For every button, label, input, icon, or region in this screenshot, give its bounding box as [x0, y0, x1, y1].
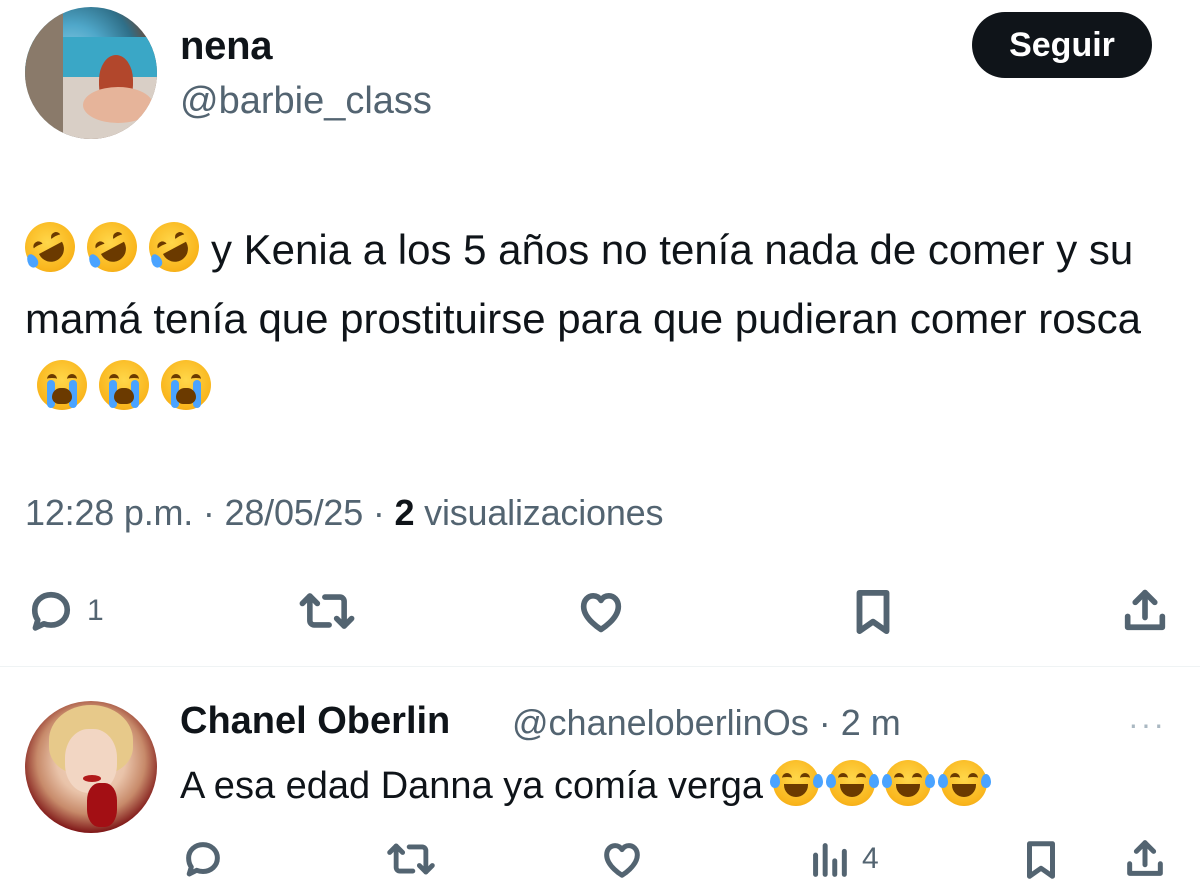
tears-of-joy-emoji-icon: [882, 760, 936, 806]
divider: [0, 666, 1200, 667]
reply-reply-button[interactable]: [180, 836, 226, 882]
reply-views-button[interactable]: 4: [806, 836, 879, 882]
reply-button[interactable]: 1: [25, 585, 104, 637]
reply-text: A esa edad Danna ya comía verga: [180, 760, 992, 811]
analytics-icon: [813, 843, 847, 877]
retweet-button[interactable]: [297, 585, 357, 637]
bookmark-button[interactable]: [846, 585, 900, 639]
follow-button[interactable]: Seguir: [972, 12, 1152, 78]
author-handle[interactable]: @barbie_class: [180, 80, 432, 123]
share-icon: [1124, 589, 1166, 631]
reply-views-count: 4: [862, 842, 879, 875]
author-avatar[interactable]: [25, 7, 157, 139]
meta-separator: ·: [202, 492, 215, 533]
like-button[interactable]: [574, 585, 628, 637]
rolling-laughing-emoji-icon: [16, 213, 84, 281]
bookmark-icon: [856, 589, 890, 635]
more-options-icon[interactable]: ···: [1128, 706, 1166, 743]
share-icon: [1127, 840, 1163, 876]
rolling-laughing-emoji-icon: [140, 213, 208, 281]
bookmark-icon: [1027, 841, 1055, 879]
share-button[interactable]: [1118, 585, 1172, 637]
reply-bookmark-button[interactable]: [1018, 836, 1064, 884]
reply-retweet-button[interactable]: [385, 836, 437, 882]
retweet-icon: [387, 843, 435, 875]
loudly-crying-emoji-icon: [37, 360, 87, 410]
tears-of-joy-emoji-icon: [770, 760, 824, 806]
loudly-crying-emoji-icon: [99, 360, 149, 410]
tears-of-joy-emoji-icon: [938, 760, 992, 806]
loudly-crying-emoji-icon: [161, 360, 211, 410]
heart-icon: [580, 593, 622, 633]
views-label: visualizaciones: [424, 492, 664, 533]
reply-author-handle[interactable]: @chaneloberlinOs · 2 m: [512, 702, 901, 744]
reply-like-button[interactable]: [598, 836, 646, 882]
retweet-icon: [299, 593, 355, 629]
reply-icon: [186, 842, 220, 877]
reply-body: A esa edad Danna ya comía verga: [180, 765, 764, 807]
reply-author-avatar[interactable]: [25, 701, 157, 833]
tweet-meta: 12:28 p.m. · 28/05/25 · 2 visualizacione…: [25, 492, 663, 534]
reply-share-button[interactable]: [1122, 836, 1168, 882]
tweet-time[interactable]: 12:28 p.m.: [25, 492, 193, 533]
reply-icon: [31, 591, 71, 631]
reply-author-name[interactable]: Chanel Oberlin: [180, 700, 450, 743]
tweet-date[interactable]: 28/05/25: [225, 492, 364, 533]
tweet-text: y Kenia a los 5 años no tenía nada de co…: [16, 213, 1175, 422]
rolling-laughing-emoji-icon: [78, 213, 146, 281]
reply-count: 1: [87, 594, 104, 627]
heart-icon: [604, 843, 640, 878]
views-count: 2: [394, 492, 415, 533]
tears-of-joy-emoji-icon: [826, 760, 880, 806]
author-name[interactable]: nena: [180, 24, 272, 69]
meta-separator: ·: [372, 492, 385, 533]
